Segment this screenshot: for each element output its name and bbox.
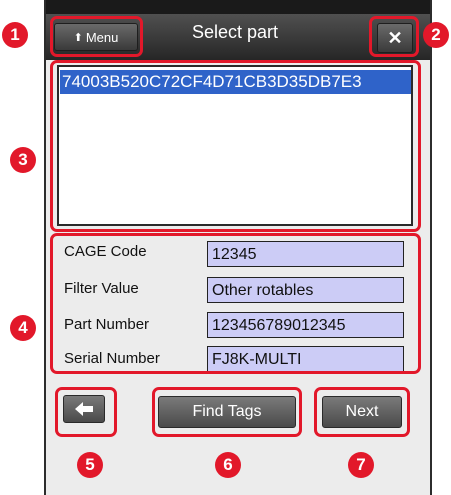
callout-marker-1: 1 [2,22,28,48]
callout-marker-3: 3 [10,147,36,173]
callout-box-4 [50,233,421,374]
callout-box-2 [369,16,419,57]
status-strip [46,0,430,14]
callout-box-7 [314,387,410,437]
callout-marker-4: 4 [10,315,36,341]
callout-marker-5: 5 [77,452,103,478]
page-title: Select part [191,22,279,42]
callout-marker-6: 6 [215,452,241,478]
callout-box-1 [50,16,143,57]
callout-box-5 [55,387,117,437]
callout-box-3 [50,60,421,232]
callout-marker-2: 2 [423,22,449,48]
callout-box-6 [152,387,302,437]
callout-marker-7: 7 [348,452,374,478]
